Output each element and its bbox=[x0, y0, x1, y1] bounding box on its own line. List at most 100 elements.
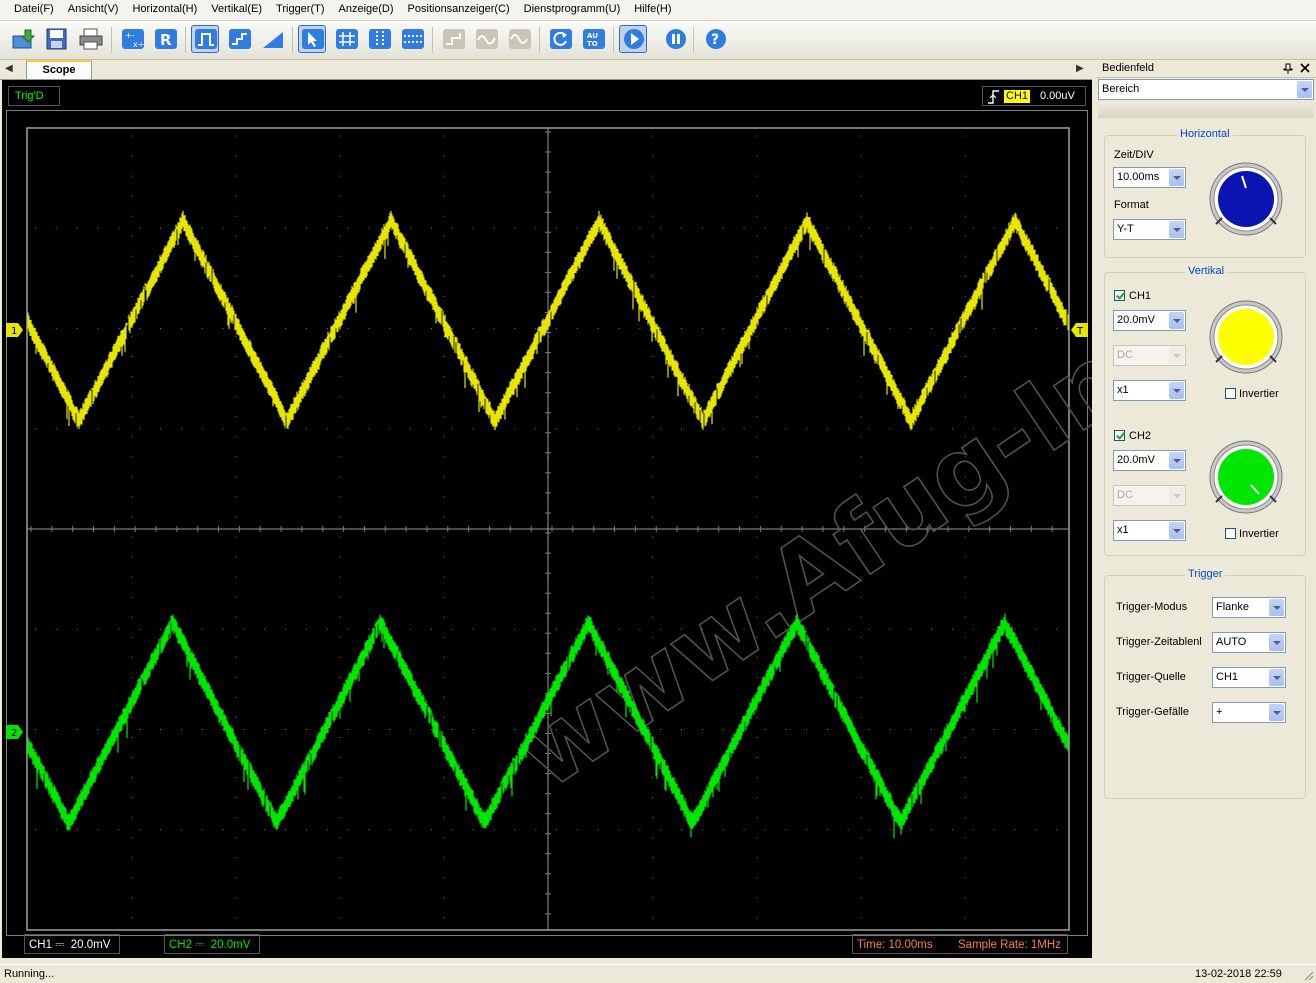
save-icon[interactable] bbox=[42, 25, 70, 53]
ch1-probe-select[interactable]: x1 bbox=[1113, 380, 1186, 401]
ch1-volts-select[interactable]: 20.0mV bbox=[1113, 310, 1186, 331]
trigger-modus-label: Trigger-Modus bbox=[1116, 601, 1188, 613]
ch2-level-marker[interactable]: 2 bbox=[6, 725, 23, 739]
menu-vertikal[interactable]: Vertikal(E) bbox=[204, 0, 269, 20]
control-panel: Bedienfeld Bereich Horizontal Zeit/DIV 1… bbox=[1096, 60, 1316, 960]
chevron-down-icon bbox=[1269, 599, 1284, 616]
time-readout: Time: 10.00ms bbox=[857, 939, 933, 951]
help-icon[interactable]: ? bbox=[701, 25, 729, 53]
pin-icon[interactable] bbox=[1283, 63, 1293, 74]
close-icon[interactable] bbox=[1300, 63, 1310, 73]
chevron-down-icon bbox=[1269, 669, 1284, 686]
ramp-icon[interactable] bbox=[258, 25, 286, 53]
menu-positionsanzeiger[interactable]: Positionsanzeiger(C) bbox=[401, 0, 517, 20]
record-icon[interactable]: R bbox=[151, 25, 179, 53]
menu-anzeige[interactable]: Anzeige(D) bbox=[332, 0, 401, 20]
ch1-volts-value: 20.0mV bbox=[1117, 314, 1155, 326]
ch2-coupling-select: DC bbox=[1113, 485, 1186, 506]
tab-scope[interactable]: Scope bbox=[26, 60, 92, 79]
status-datetime: 13-02-2018 22:59 bbox=[1195, 968, 1282, 980]
scope-display[interactable]: www.Afug-Info.de 1 2 T bbox=[2, 80, 1092, 958]
menu-horizontal[interactable]: Horizontal(H) bbox=[125, 0, 204, 20]
panel-strip bbox=[1098, 104, 1314, 118]
trigger-zeitablenk-label: Trigger-Zeitablenl bbox=[1116, 636, 1202, 648]
cursor-icon[interactable] bbox=[298, 25, 326, 53]
ch1-invert-label: Invertier bbox=[1239, 388, 1279, 400]
ch2-invert-checkbox[interactable] bbox=[1225, 528, 1236, 539]
ch1-coupling-select: DC bbox=[1113, 345, 1186, 366]
horizontal-cursor-icon[interactable] bbox=[398, 25, 426, 53]
svg-text:AU: AU bbox=[587, 32, 598, 40]
trigger-modus-value: Flanke bbox=[1216, 601, 1250, 613]
ch2-volts-knob[interactable] bbox=[1207, 440, 1285, 516]
run-icon[interactable] bbox=[619, 25, 647, 53]
sample-rate-readout: Sample Rate: 1MHz bbox=[958, 939, 1061, 951]
trigger-gefaelle-select[interactable]: + bbox=[1212, 702, 1286, 723]
ch2-enable-checkbox[interactable] bbox=[1114, 430, 1125, 441]
document-tab-bar: ◀ Scope ▶ bbox=[0, 60, 1092, 80]
tab-scroll-left-icon[interactable]: ◀ bbox=[5, 63, 13, 74]
ch2-scale-label: CH2 ⎓ bbox=[169, 939, 205, 951]
ch2-coupling-value: DC bbox=[1117, 489, 1133, 501]
menu-trigger[interactable]: Trigger(T) bbox=[269, 0, 331, 20]
ch1-scale-label: CH1 ⎓ bbox=[29, 939, 65, 951]
ch1-probe-value: x1 bbox=[1117, 384, 1129, 396]
chevron-down-icon bbox=[1169, 487, 1184, 504]
chevron-down-icon bbox=[1169, 221, 1184, 238]
chevron-down-icon bbox=[1169, 347, 1184, 364]
chevron-down-icon bbox=[1169, 169, 1184, 186]
ch2-scale-value: 20.0mV bbox=[210, 939, 251, 951]
ch1-marker-label: 1 bbox=[11, 326, 17, 337]
svg-text:?: ? bbox=[711, 32, 719, 48]
ch1-enable-checkbox[interactable] bbox=[1114, 290, 1125, 301]
vertical-cursor-icon[interactable] bbox=[365, 25, 393, 53]
ch2-scale-box: CH2 ⎓ 20.0mV bbox=[164, 934, 260, 954]
menu-dienstprogramm[interactable]: Dienstprogramm(U) bbox=[517, 0, 628, 20]
ch1-volts-knob[interactable] bbox=[1207, 300, 1285, 376]
open-icon[interactable] bbox=[8, 25, 36, 53]
trigger-title: Trigger bbox=[1185, 568, 1226, 580]
menu-datei[interactable]: Datei(F) bbox=[0, 0, 61, 20]
trigger-gefaelle-label: Trigger-Gefälle bbox=[1116, 706, 1189, 718]
ch2-probe-select[interactable]: x1 bbox=[1113, 520, 1186, 541]
zeit-div-select[interactable]: 10.00ms bbox=[1113, 167, 1186, 188]
chevron-down-icon bbox=[1297, 81, 1312, 98]
trigger-modus-select[interactable]: Flanke bbox=[1212, 597, 1286, 618]
chevron-down-icon bbox=[1169, 522, 1184, 539]
chevron-down-icon bbox=[1169, 452, 1184, 469]
format-label: Format bbox=[1114, 199, 1149, 211]
ch1-scale-box: CH1 ⎓ 20.0mV bbox=[24, 934, 120, 954]
step-icon[interactable] bbox=[225, 25, 253, 53]
square-wave-icon[interactable] bbox=[191, 25, 219, 53]
svg-text:TO: TO bbox=[587, 40, 598, 48]
ch1-label: CH1 bbox=[1129, 290, 1152, 302]
ch1-level-marker[interactable]: 1 bbox=[6, 323, 23, 337]
grid-icon[interactable] bbox=[332, 25, 360, 53]
ch2-volts-select[interactable]: 20.0mV bbox=[1113, 450, 1186, 471]
trigger-zeitablenk-select[interactable]: AUTO bbox=[1212, 632, 1286, 653]
chevron-down-icon bbox=[1169, 312, 1184, 329]
measure-icon[interactable]: +- x÷ bbox=[118, 25, 146, 53]
format-select[interactable]: Y-T bbox=[1113, 219, 1186, 240]
print-icon[interactable] bbox=[76, 25, 104, 53]
chevron-down-icon bbox=[1269, 704, 1284, 721]
timebase-knob[interactable] bbox=[1207, 162, 1285, 238]
pause-icon[interactable] bbox=[661, 25, 689, 53]
ch2-marker-label: 2 bbox=[11, 728, 17, 739]
trigger-quelle-label: Trigger-Quelle bbox=[1116, 671, 1186, 683]
chevron-down-icon bbox=[1269, 634, 1284, 651]
auto-icon[interactable]: AU TO bbox=[579, 25, 607, 53]
menu-bar: Datei(F) Ansicht(V) Horizontal(H) Vertikal(… bbox=[0, 0, 1316, 21]
menu-ansicht[interactable]: Ansicht(V) bbox=[61, 0, 126, 20]
vertikal-title: Vertikal bbox=[1185, 265, 1228, 277]
format-value: Y-T bbox=[1117, 223, 1134, 235]
horizontal-title: Horizontal bbox=[1177, 128, 1233, 140]
panel-selector[interactable]: Bereich bbox=[1098, 79, 1314, 100]
svg-text:+-: +- bbox=[125, 31, 135, 40]
menu-hilfe[interactable]: Hilfe(H) bbox=[627, 0, 678, 20]
trigger-quelle-select[interactable]: CH1 bbox=[1212, 667, 1286, 688]
ch1-invert-checkbox[interactable] bbox=[1225, 388, 1236, 399]
resize-grip-icon[interactable] bbox=[1302, 969, 1314, 981]
tab-scroll-right-icon[interactable]: ▶ bbox=[1076, 63, 1084, 74]
refresh-icon[interactable] bbox=[546, 25, 574, 53]
